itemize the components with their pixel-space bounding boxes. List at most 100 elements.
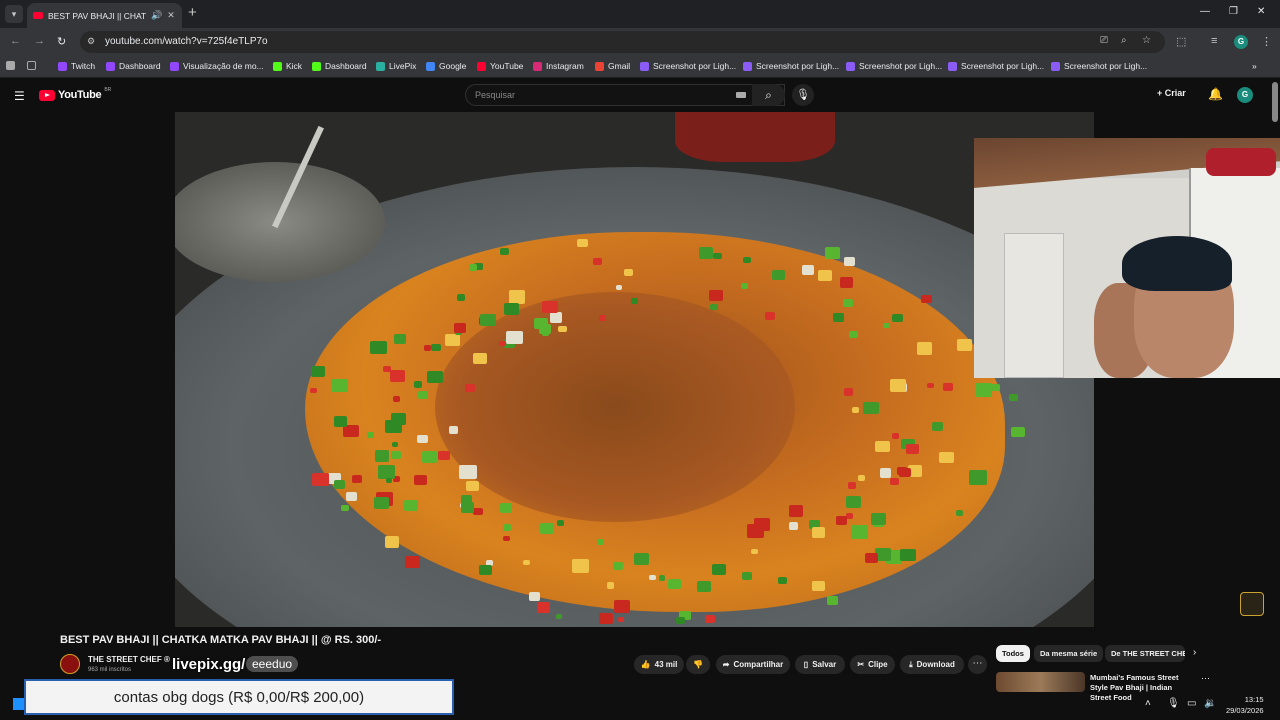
minimize-button[interactable]: —: [1200, 6, 1210, 17]
more-actions-button[interactable]: ⋯: [968, 655, 987, 674]
chip-same-series[interactable]: Da mesma série: [1034, 645, 1104, 662]
menu-icon[interactable]: ☰: [14, 89, 25, 103]
media-controls-icon[interactable]: ≡: [1211, 35, 1217, 47]
search-input[interactable]: Pesquisar: [465, 84, 785, 106]
video-frame-vegetable-piece: [309, 387, 317, 394]
browser-profile-avatar[interactable]: G: [1234, 35, 1248, 49]
voice-search-button[interactable]: 🎙: [792, 84, 814, 106]
bookmark-favicon-icon: [1051, 61, 1060, 71]
bookmark-star-icon[interactable]: ☆: [1142, 35, 1151, 46]
video-frame-vegetable-piece: [751, 548, 758, 554]
chip-from-channel[interactable]: De THE STREET CHEF: [1105, 645, 1185, 662]
bookmark-item[interactable]: Google: [426, 61, 466, 71]
bookmark-favicon-icon: [640, 61, 649, 71]
tab-search-button[interactable]: ▾: [5, 5, 23, 23]
recommended-video-thumbnail[interactable]: [996, 672, 1085, 692]
create-button[interactable]: + Criar: [1157, 88, 1186, 98]
video-frame-vegetable-piece: [461, 502, 475, 513]
video-frame-vegetable-piece: [927, 382, 934, 388]
save-button[interactable]: ▯ Salvar: [795, 655, 845, 674]
share-button[interactable]: ➦ Compartilhar: [716, 655, 790, 674]
video-frame-vegetable-piece: [824, 247, 840, 260]
browser-tab[interactable]: BEST PAV BHAJI || CHATKA MATKA PAV BHAJI…: [27, 3, 182, 28]
bookmark-item[interactable]: Kick: [273, 61, 302, 71]
apps-icon[interactable]: [6, 61, 15, 70]
bookmark-item[interactable]: LivePix: [376, 61, 416, 71]
site-info-icon[interactable]: ⚙: [87, 36, 95, 47]
tray-chevron-up-icon[interactable]: ˄: [1145, 698, 1151, 709]
video-frame-vegetable-piece: [405, 556, 421, 569]
close-tab-icon[interactable]: ✕: [167, 10, 175, 21]
close-window-button[interactable]: ✕: [1257, 6, 1265, 17]
address-bar[interactable]: ⚙ youtube.com/watch?v=725f4eTLP7o ⎚ ⌕ ☆: [80, 31, 1165, 53]
video-frame-vegetable-piece: [331, 379, 348, 393]
tray-volume-icon[interactable]: 🔉: [1204, 698, 1216, 709]
browser-menu-icon[interactable]: ⋮: [1261, 35, 1272, 48]
video-frame-vegetable-piece: [852, 407, 860, 414]
grid-icon[interactable]: [27, 61, 36, 70]
video-frame-vegetable-piece: [676, 617, 685, 625]
video-frame-vegetable-piece: [890, 477, 899, 485]
search-button[interactable]: ⌕: [752, 84, 785, 106]
video-frame-vegetable-piece: [345, 491, 357, 501]
video-frame-vegetable-piece: [503, 535, 511, 542]
chip-all[interactable]: Todos: [996, 645, 1030, 662]
channel-avatar[interactable]: [60, 654, 80, 674]
more-bookmarks-icon[interactable]: »: [1252, 61, 1257, 71]
video-frame-vegetable-piece: [817, 269, 833, 281]
bookmark-item[interactable]: Screenshot por Ligh...: [743, 61, 839, 71]
bookmark-item[interactable]: Gmail: [595, 61, 630, 71]
bookmark-item[interactable]: Visualização de mo...: [170, 61, 264, 71]
bookmark-item[interactable]: Screenshot por Ligh...: [846, 61, 942, 71]
forward-arrow-icon[interactable]: →: [34, 35, 45, 47]
tray-network-icon[interactable]: ▭: [1187, 698, 1196, 709]
bookmark-item[interactable]: Instagram: [533, 61, 584, 71]
channel-name[interactable]: THE STREET CHEF ®: [88, 655, 170, 664]
video-frame-vegetable-piece: [833, 313, 844, 322]
keyboard-icon[interactable]: [736, 92, 746, 98]
new-tab-button[interactable]: +: [188, 4, 197, 21]
tray-microphone-icon[interactable]: 🎙: [1167, 698, 1180, 709]
taskbar-clock[interactable]: 13:15 29/03/2026: [1226, 694, 1264, 716]
video-frame-vegetable-piece: [777, 576, 787, 584]
clip-button[interactable]: ✂ Clipe: [850, 655, 895, 674]
extensions-icon[interactable]: ⬚: [1176, 35, 1186, 48]
reload-icon[interactable]: ↻: [57, 35, 66, 48]
video-frame-vegetable-piece: [957, 338, 973, 351]
chevron-right-icon[interactable]: ›: [1193, 647, 1196, 658]
video-frame-vegetable-piece: [789, 522, 799, 530]
bookmark-label: Screenshot por Ligh...: [756, 61, 840, 71]
dislike-button[interactable]: 👎: [686, 655, 710, 674]
notifications-bell-icon[interactable]: 🔔: [1208, 87, 1223, 101]
video-frame-vegetable-piece: [848, 330, 858, 339]
bookmark-item[interactable]: Screenshot por Ligh...: [640, 61, 736, 71]
install-app-icon[interactable]: ⎚: [1100, 35, 1108, 46]
url-text[interactable]: youtube.com/watch?v=725f4eTLP7o: [105, 36, 268, 47]
bookmark-item[interactable]: Screenshot por Ligh...: [1051, 61, 1147, 71]
speaker-icon[interactable]: 🔊: [151, 10, 162, 21]
video-frame-vegetable-piece: [753, 517, 770, 531]
video-player[interactable]: [175, 112, 1094, 627]
back-arrow-icon[interactable]: ←: [10, 35, 21, 47]
create-label: Criar: [1164, 88, 1186, 98]
bookmark-item[interactable]: Twitch: [58, 61, 95, 71]
restore-button[interactable]: ❐: [1229, 6, 1238, 17]
like-button[interactable]: 👍 43 mil: [634, 655, 684, 674]
video-frame-vegetable-piece: [341, 504, 350, 512]
page-scrollbar[interactable]: [1272, 82, 1278, 122]
recommended-more-icon[interactable]: ⋯: [1201, 673, 1210, 684]
bookmark-item[interactable]: Dashboard: [312, 61, 367, 71]
video-frame-vegetable-piece: [871, 513, 887, 526]
share-label: Compartilhar: [733, 660, 784, 669]
bookmark-label: Instagram: [546, 61, 584, 71]
bookmark-item[interactable]: Screenshot por Ligh...: [948, 61, 1044, 71]
bookmark-label: Visualização de mo...: [183, 61, 264, 71]
video-frame-vegetable-piece: [764, 311, 775, 320]
download-button[interactable]: ⤓ Download: [900, 655, 964, 674]
bookmark-item[interactable]: YouTube: [477, 61, 523, 71]
youtube-logo[interactable]: YouTube BR: [39, 87, 111, 101]
zoom-icon[interactable]: ⌕: [1121, 35, 1127, 46]
bookmark-item[interactable]: Dashboard: [106, 61, 161, 71]
bookmark-favicon-icon: [948, 61, 957, 71]
youtube-profile-avatar[interactable]: G: [1237, 87, 1253, 103]
